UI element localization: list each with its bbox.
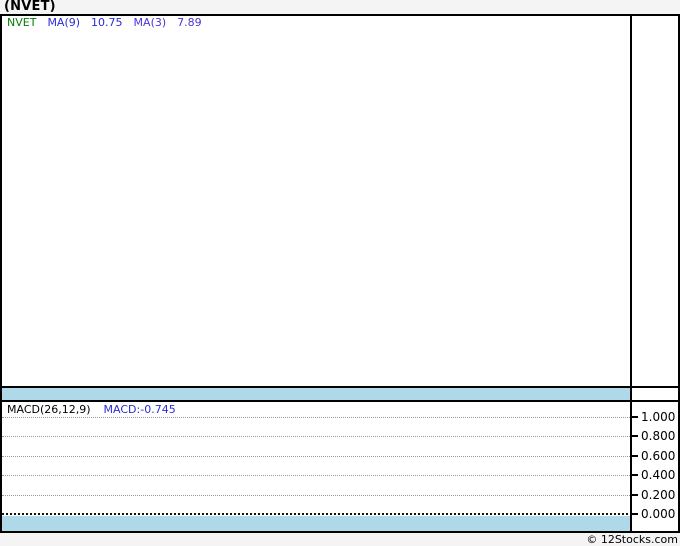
- ytick-label: 0.600: [641, 449, 676, 463]
- ticker-title: (NVET): [4, 0, 56, 14]
- tick-mark: [632, 513, 638, 515]
- legend-ma9-label: MA(9): [47, 16, 81, 29]
- ytick-label: 0.000: [641, 507, 676, 521]
- legend-symbol: NVET: [7, 16, 37, 29]
- macd-ytick: 0.000: [632, 506, 675, 522]
- tick-mark: [632, 416, 638, 418]
- legend-ma3-label: MA(3): [133, 16, 167, 29]
- tick-mark: [632, 455, 638, 457]
- macd-ytick: 0.800: [632, 428, 675, 444]
- macd-legend-value: MACD:-0.745: [103, 403, 176, 416]
- legend-ma9-value: 10.75: [91, 16, 123, 29]
- ytick-label: 0.400: [641, 468, 676, 482]
- macd-ytick: 0.200: [632, 487, 675, 503]
- macd-ytick: 0.600: [632, 448, 675, 464]
- macd-gridline-1.000: [2, 417, 630, 418]
- chart-frame: NVET MA(9) 10.75 MA(3) 7.89 MACD(26,12,9…: [0, 14, 680, 533]
- ytick-label: 0.800: [641, 429, 676, 443]
- tick-mark: [632, 435, 638, 437]
- panel-separator-bottom-line: [2, 400, 678, 402]
- tick-mark: [632, 494, 638, 496]
- macd-gridline-0.800: [2, 436, 630, 437]
- ytick-label: 0.200: [641, 488, 676, 502]
- macd-gridline-0.400: [2, 475, 630, 476]
- price-legend: NVET MA(9) 10.75 MA(3) 7.89: [7, 17, 202, 29]
- separator-band-lower: [2, 516, 630, 531]
- macd-gridline-0.600: [2, 456, 630, 457]
- macd-zero-line: [2, 513, 630, 515]
- separator-band-upper: [2, 388, 630, 400]
- copyright-source-label: © 12Stocks.com: [586, 533, 678, 546]
- macd-legend-label: MACD(26,12,9): [7, 403, 91, 416]
- macd-ytick: 0.400: [632, 467, 675, 483]
- macd-gridline-0.200: [2, 495, 630, 496]
- macd-ytick: 1.000: [632, 409, 675, 425]
- legend-ma3-value: 7.89: [177, 16, 202, 29]
- macd-legend: MACD(26,12,9) MACD:-0.745: [7, 404, 176, 416]
- ytick-label: 1.000: [641, 410, 676, 424]
- tick-mark: [632, 474, 638, 476]
- stock-chart-page: { "page": { "title": "(NVET)", "copyrigh…: [0, 0, 680, 546]
